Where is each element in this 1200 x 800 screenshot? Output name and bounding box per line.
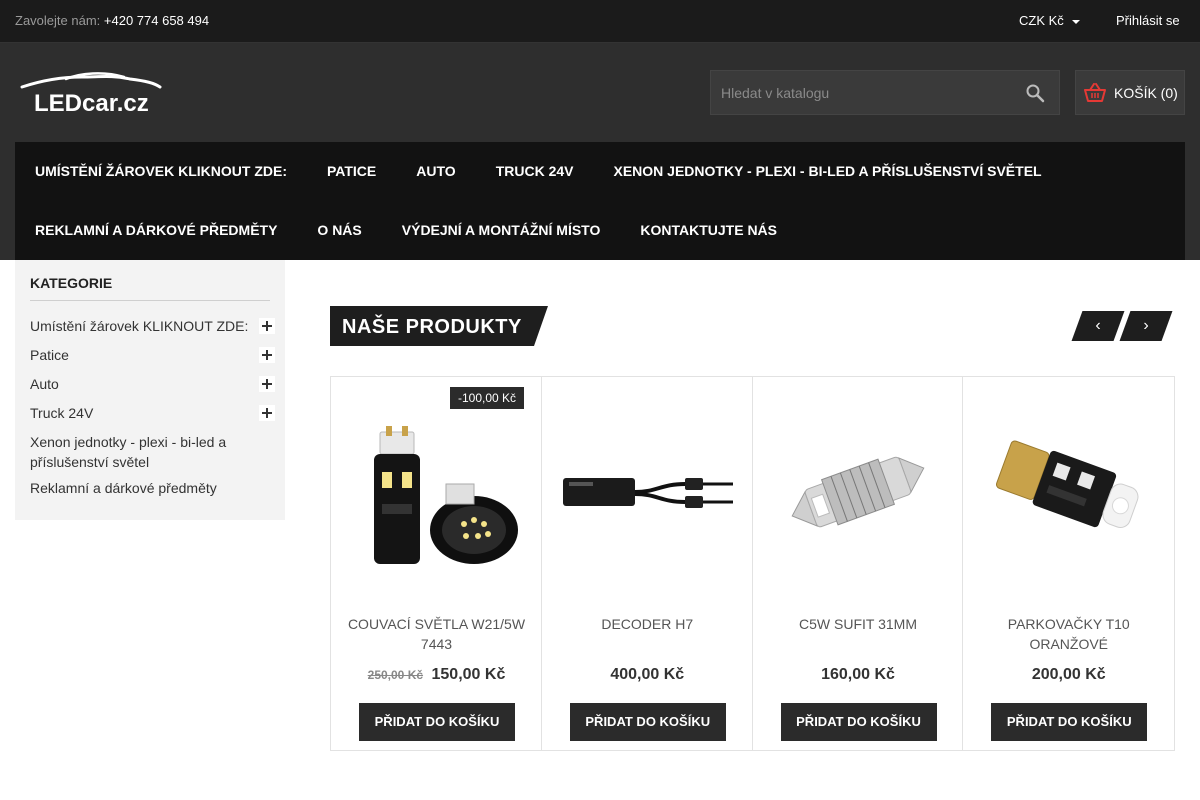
nav-item-xenon[interactable]: XENON JEDNOTKY - PLEXI - BI-LED A PŘÍSLU…: [613, 163, 1041, 183]
chevron-left-icon: ‹: [1095, 317, 1101, 334]
product-price: 200,00 Kč: [963, 666, 1174, 684]
sidebar-item-label[interactable]: Patice: [30, 347, 69, 363]
decoder-image[interactable]: [557, 412, 738, 572]
contact-label: Zavolejte nám:: [15, 13, 101, 28]
expand-plus-icon[interactable]: [259, 405, 275, 421]
sidebar-item-patice[interactable]: Patice: [30, 345, 275, 365]
sidebar-item-label[interactable]: Reklamní a dárkové předměty: [30, 480, 217, 496]
nav-row-2: REKLAMNÍ A DÁRKOVÉ PŘEDMĚTY O NÁS VÝDEJN…: [35, 222, 777, 242]
sidebar-item-reklamni[interactable]: Reklamní a dárkové předměty: [30, 478, 275, 498]
current-price: 200,00 Kč: [1031, 666, 1106, 683]
expand-plus-icon[interactable]: [259, 318, 275, 334]
chevron-down-icon: [1071, 19, 1080, 24]
main-navigation: UMÍSTĚNÍ ŽÁROVEK KLIKNOUT ZDE: PATICE AU…: [15, 142, 1185, 260]
sidebar-item-label[interactable]: Xenon jednotky - plexi - bi-led a příslu…: [30, 434, 226, 470]
basket-icon: [1084, 83, 1106, 102]
current-price: 160,00 Kč: [821, 666, 895, 683]
car-logo-icon: LEDcar.cz: [20, 72, 162, 117]
sidebar-title: KATEGORIE: [30, 275, 113, 291]
product-price: 250,00 Kč 150,00 Kč: [331, 666, 542, 684]
sidebar-item-label[interactable]: Auto: [30, 376, 59, 392]
nav-item-kontakt[interactable]: KONTAKTUJTE NÁS: [640, 222, 777, 242]
sidebar-item-label[interactable]: Umístění žárovek KLIKNOUT ZDE:: [30, 318, 248, 334]
nav-item-auto[interactable]: AUTO: [416, 163, 455, 183]
current-price: 400,00 Kč: [610, 666, 685, 683]
sidebar-item-label[interactable]: Truck 24V: [30, 405, 93, 421]
product-card[interactable]: PARKOVAČKY T10 ORANŽOVÉ 200,00 Kč PŘIDAT…: [963, 377, 1174, 750]
nav-item-umisteni-zarovek[interactable]: UMÍSTĚNÍ ŽÁROVEK KLIKNOUT ZDE:: [35, 163, 287, 183]
carousel-next-button[interactable]: ›: [1119, 311, 1173, 341]
current-price: 150,00 Kč: [431, 666, 506, 683]
top-bar: Zavolejte nám: +420 774 658 494 CZK Kč P…: [0, 0, 1200, 43]
login-link[interactable]: Přihlásit se: [1116, 13, 1180, 28]
sidebar-item-umisteni[interactable]: Umístění žárovek KLIKNOUT ZDE:: [30, 316, 275, 336]
add-to-cart-button[interactable]: PŘIDAT DO KOŠÍKU: [569, 703, 726, 741]
search-icon[interactable]: [1025, 83, 1045, 103]
nav-row-1: UMÍSTĚNÍ ŽÁROVEK KLIKNOUT ZDE: PATICE AU…: [35, 163, 1042, 183]
discount-badge: -100,00 Kč: [450, 387, 525, 409]
expand-plus-icon[interactable]: [259, 376, 275, 392]
category-list: Umístění žárovek KLIKNOUT ZDE: Patice Au…: [30, 316, 275, 498]
divider: [30, 300, 270, 301]
product-price: 160,00 Kč: [753, 666, 964, 684]
add-to-cart-button[interactable]: PŘIDAT DO KOŠÍKU: [780, 703, 937, 741]
section-title: NAŠE PRODUKTY: [330, 306, 548, 346]
sidebar-item-truck-24v[interactable]: Truck 24V: [30, 403, 275, 423]
currency-selector[interactable]: CZK Kč: [1019, 13, 1080, 28]
product-name[interactable]: PARKOVAČKY T10 ORANŽOVÉ: [971, 614, 1166, 654]
search-input[interactable]: Hledat v katalogu: [721, 85, 829, 101]
old-price: 250,00 Kč: [367, 668, 424, 682]
add-to-cart-button[interactable]: PŘIDAT DO KOŠÍKU: [991, 703, 1148, 741]
product-name[interactable]: DECODER H7: [550, 614, 745, 634]
product-name[interactable]: C5W SUFIT 31MM: [761, 614, 956, 634]
add-to-cart-button[interactable]: PŘIDAT DO KOŠÍKU: [359, 703, 515, 741]
chevron-right-icon: ›: [1143, 317, 1149, 334]
category-sidebar: KATEGORIE Umístění žárovek KLIKNOUT ZDE:…: [15, 260, 285, 520]
product-price: 400,00 Kč: [542, 666, 753, 684]
site-logo[interactable]: LEDcar.cz: [20, 71, 162, 117]
nav-item-reklamni[interactable]: REKLAMNÍ A DÁRKOVÉ PŘEDMĚTY: [35, 222, 277, 242]
nav-item-patice[interactable]: PATICE: [327, 163, 376, 183]
cart-label: KOŠÍK (0): [1114, 85, 1178, 101]
expand-plus-icon[interactable]: [259, 347, 275, 363]
t10-bulb-image[interactable]: [978, 412, 1159, 572]
product-name[interactable]: COUVACÍ SVĚTLA W21/5W 7443: [339, 614, 534, 654]
currency-label: CZK Kč: [1019, 13, 1064, 28]
search-box[interactable]: Hledat v katalogu: [710, 70, 1060, 115]
nav-item-truck-24v[interactable]: TRUCK 24V: [496, 163, 574, 183]
carousel-prev-button[interactable]: ‹: [1071, 311, 1125, 341]
cart-button[interactable]: KOŠÍK (0): [1075, 70, 1185, 115]
product-card[interactable]: DECODER H7 400,00 Kč PŘIDAT DO KOŠÍKU: [542, 377, 753, 750]
contact-info: Zavolejte nám: +420 774 658 494: [15, 13, 209, 28]
reversing-bulb-image[interactable]: [346, 412, 527, 572]
nav-item-vydejni-misto[interactable]: VÝDEJNÍ A MONTÁŽNÍ MÍSTO: [402, 222, 601, 242]
header: LEDcar.cz Hledat v katalogu KOŠÍK (0) UM…: [0, 43, 1200, 260]
product-carousel: -100,00 Kč COUVACÍ SVĚTLA W21/5W 7443 25…: [330, 376, 1175, 751]
logo-text: LEDcar.cz: [34, 90, 149, 115]
nav-item-o-nas[interactable]: O NÁS: [317, 222, 361, 242]
product-card[interactable]: C5W SUFIT 31MM 160,00 Kč PŘIDAT DO KOŠÍK…: [753, 377, 964, 750]
phone-number[interactable]: +420 774 658 494: [104, 13, 209, 28]
product-card[interactable]: -100,00 Kč COUVACÍ SVĚTLA W21/5W 7443 25…: [331, 377, 542, 750]
festoon-bulb-image[interactable]: [768, 412, 949, 572]
sidebar-item-auto[interactable]: Auto: [30, 374, 275, 394]
sidebar-item-xenon[interactable]: Xenon jednotky - plexi - bi-led a příslu…: [30, 432, 245, 472]
